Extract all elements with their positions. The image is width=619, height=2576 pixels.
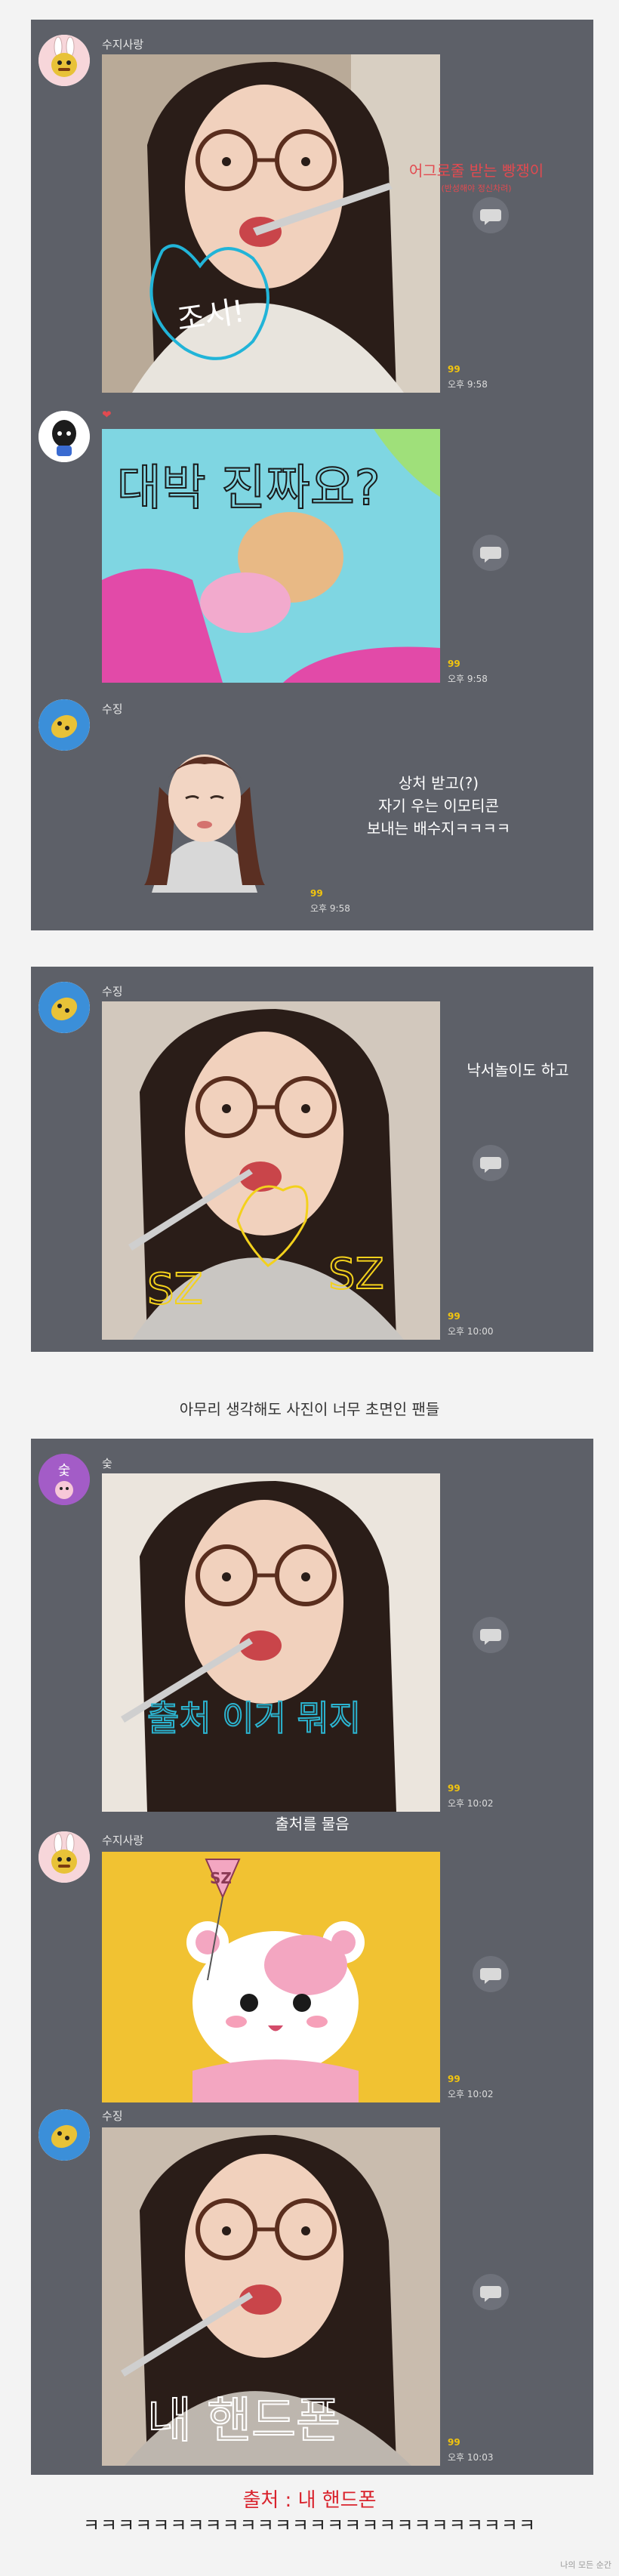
timestamp: 오후 9:58 bbox=[448, 379, 488, 390]
message-text: 상처 받고(?) 자기 우는 이모티콘 보내는 배수지ㅋㅋㅋㅋ bbox=[325, 772, 552, 840]
timestamp: 오후 9:58 bbox=[448, 674, 488, 684]
text-line: 보내는 배수지ㅋㅋㅋㅋ bbox=[366, 819, 511, 838]
rabbit-avatar-icon[interactable] bbox=[38, 1831, 90, 1883]
middle-caption: 아무리 생각해도 사진이 너무 초면인 팬들 bbox=[179, 1400, 440, 1418]
blue-mascot-avatar-icon[interactable] bbox=[38, 982, 90, 1033]
avatar-label: 숯 bbox=[58, 1463, 71, 1479]
photo-handwriting: 대박 진짜요? bbox=[117, 461, 380, 517]
text-line: 자기 우는 이모티콘 bbox=[378, 797, 499, 815]
black-character-avatar-icon[interactable] bbox=[38, 411, 90, 462]
chat-message: ❤ 대박 진짜요? 99 오후 9:58 bbox=[31, 397, 593, 692]
photo-message[interactable]: 내 핸드폰 bbox=[102, 2127, 440, 2466]
speech-bubble-icon[interactable] bbox=[473, 1145, 509, 1181]
timestamp: 오후 9:58 bbox=[310, 903, 350, 914]
sender-name: 수징 bbox=[102, 985, 123, 998]
photo-message[interactable]: SZ bbox=[102, 1852, 440, 2102]
read-count: 99 bbox=[448, 1311, 460, 1322]
timestamp: 오후 10:03 bbox=[448, 2452, 494, 2463]
timestamp: 오후 10:02 bbox=[448, 2089, 494, 2099]
avatar[interactable]: 숯 bbox=[38, 1454, 90, 1505]
blue-mascot-avatar-icon[interactable] bbox=[38, 699, 90, 751]
speech-bubble-icon[interactable] bbox=[473, 535, 509, 571]
photo-message[interactable]: 조시! bbox=[102, 54, 440, 393]
read-count: 99 bbox=[448, 659, 460, 669]
read-count: 99 bbox=[448, 364, 460, 375]
text-line: 상처 받고(?) bbox=[398, 774, 479, 792]
photo-handwriting: SZ bbox=[147, 1265, 203, 1314]
chat-panel-1: 수지사랑 조시! 어그로줄 받는 빵쟁이 (반성해야 정신차려) 99 오후 9… bbox=[31, 20, 593, 930]
photo-message[interactable]: SZ SZ bbox=[102, 1001, 440, 1340]
chat-panel-3: 숯 숯 출처 이거 뭐지 99 오후 10:02 출처를 물음 수지사랑 SZ … bbox=[31, 1439, 593, 2475]
photo-handwriting: 출처 이거 뭐지 bbox=[147, 1698, 361, 1738]
speech-bubble-icon[interactable] bbox=[473, 197, 509, 233]
chat-message: 수징 SZ SZ 낙서놀이도 하고 99 오후 10:00 bbox=[31, 967, 593, 1352]
watermark: 나의 모든 순간 bbox=[560, 2560, 611, 2570]
badge-text: SZ bbox=[210, 1869, 232, 1887]
emoticon-image[interactable] bbox=[122, 727, 288, 893]
chat-message: 수지사랑 SZ 99 오후 10:02 bbox=[31, 1828, 593, 2122]
photo-handwriting: 내 핸드폰 bbox=[147, 2393, 340, 2449]
sender-name: 수징 bbox=[102, 702, 123, 716]
sender-name: 숯 bbox=[102, 1457, 112, 1470]
sender-name: 수지사랑 bbox=[102, 1834, 144, 1847]
read-count: 99 bbox=[310, 888, 323, 899]
overlay-sub: (반성해야 정신차려) bbox=[441, 184, 512, 193]
chat-message: 수지사랑 조시! 어그로줄 받는 빵쟁이 (반성해야 정신차려) 99 오후 9… bbox=[31, 20, 593, 397]
overlay-main: 어그로줄 받는 빵쟁이 bbox=[408, 162, 544, 180]
blue-mascot-avatar-icon[interactable] bbox=[38, 2109, 90, 2161]
laugh-line: ㅋㅋㅋㅋㅋㅋㅋㅋㅋㅋㅋㅋㅋㅋㅋㅋㅋㅋㅋㅋㅋㅋㅋㅋㅋㅋ bbox=[82, 2515, 537, 2536]
speech-bubble-icon[interactable] bbox=[473, 1956, 509, 1992]
message-text: 낙서놀이도 하고 bbox=[467, 1061, 569, 1079]
overlay-text: 어그로줄 받는 빵쟁이 (반성해야 정신차려) bbox=[363, 162, 590, 198]
sender-name: 수징 bbox=[102, 2109, 123, 2123]
chat-message: 숯 숯 출처 이거 뭐지 99 오후 10:02 bbox=[31, 1439, 593, 1816]
speech-bubble-icon[interactable] bbox=[473, 1617, 509, 1653]
photo-handwriting: SZ bbox=[328, 1250, 384, 1299]
sender-name: 수지사랑 bbox=[102, 38, 144, 51]
read-count: 99 bbox=[448, 2437, 460, 2448]
chat-message: 수징 99 오후 9:58 상처 받고(?) 자기 우는 이모티콘 보내는 배수… bbox=[31, 692, 593, 930]
read-count: 99 bbox=[448, 1783, 460, 1794]
rabbit-avatar-icon[interactable] bbox=[38, 35, 90, 86]
timestamp: 오후 10:00 bbox=[448, 1326, 494, 1337]
chat-message: 수징 내 핸드폰 99 오후 10:03 bbox=[31, 2102, 593, 2475]
sender-name: ❤ bbox=[102, 408, 112, 421]
timestamp: 오후 10:02 bbox=[448, 1798, 494, 1809]
chat-panel-2: 수징 SZ SZ 낙서놀이도 하고 99 오후 10:00 bbox=[31, 967, 593, 1352]
speech-bubble-icon[interactable] bbox=[473, 2274, 509, 2310]
source-line: 출처 : 내 핸드폰 bbox=[242, 2489, 377, 2512]
photo-message[interactable]: 대박 진짜요? bbox=[102, 429, 440, 683]
photo-message[interactable]: 출처 이거 뭐지 bbox=[102, 1473, 440, 1812]
read-count: 99 bbox=[448, 2074, 460, 2084]
